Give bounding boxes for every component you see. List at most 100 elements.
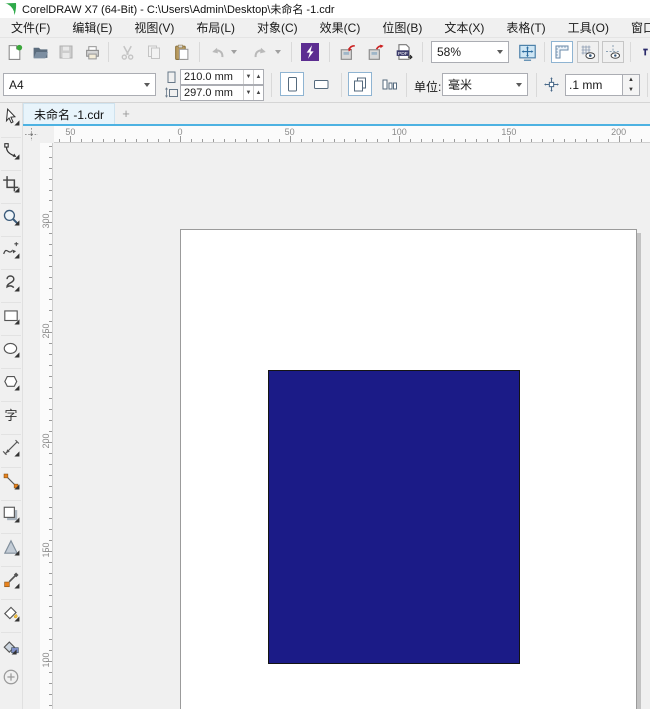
show-grid-toggle[interactable] — [577, 41, 599, 63]
print-button[interactable] — [82, 42, 102, 62]
smart-fill-tool[interactable] — [1, 599, 21, 626]
ruler-tick — [344, 139, 345, 142]
show-rulers-toggle[interactable] — [551, 41, 573, 63]
ruler-tick — [564, 139, 565, 142]
crop-tool[interactable] — [1, 170, 21, 197]
vertical-ruler[interactable]: 300250200150100 — [40, 143, 53, 709]
menu-bar: 文件(F) 编辑(E) 视图(V) 布局(L) 对象(C) 效果(C) 位图(B… — [0, 18, 650, 38]
page-height-spinner[interactable]: ▼▲ — [243, 86, 263, 100]
shape-tool[interactable] — [1, 137, 21, 164]
ruler-label: 50 — [285, 127, 295, 137]
ellipse-tool[interactable] — [1, 335, 21, 362]
drop-shadow-tool-icon — [2, 505, 20, 523]
menu-item-bitmaps[interactable]: 位图(B) — [371, 19, 433, 36]
ruler-tick — [410, 139, 411, 142]
ruler-tick — [268, 139, 269, 142]
parallel-dimension-tool[interactable] — [1, 434, 21, 461]
redo-button[interactable] — [251, 42, 271, 62]
ruler-tick — [49, 398, 52, 399]
new-tab-button[interactable]: + — [115, 103, 137, 124]
export-button[interactable] — [366, 42, 386, 62]
clipped-toolbar-button[interactable] — [641, 42, 650, 62]
polygon-tool[interactable] — [1, 368, 21, 395]
ruler-tick — [465, 139, 466, 142]
drawn-rectangle[interactable] — [268, 370, 520, 664]
connector-tool[interactable] — [1, 467, 21, 494]
menu-item-edit[interactable]: 编辑(E) — [61, 19, 123, 36]
publish-to-pdf-button[interactable]: PDF — [394, 42, 414, 62]
ruler-tick — [49, 628, 52, 629]
propbar-separator — [647, 73, 648, 97]
transparency-tool-icon — [2, 538, 20, 556]
cut-scissors-icon — [119, 44, 136, 61]
ruler-tick — [49, 595, 52, 596]
zoom-to-page-button[interactable] — [517, 42, 537, 62]
new-document-button[interactable] — [4, 42, 24, 62]
ruler-tick — [520, 139, 521, 142]
chevron-down-icon — [516, 83, 522, 87]
ruler-label: 0 — [177, 127, 182, 137]
document-tab[interactable]: 未命名 -1.cdr — [23, 103, 115, 124]
portrait-orientation-button[interactable] — [280, 72, 304, 96]
page-height-field[interactable]: 297.0 mm ▼▲ — [180, 85, 264, 101]
show-guidelines-toggle[interactable] — [602, 41, 624, 63]
nudge-distance-icon — [543, 76, 560, 93]
undo-button[interactable] — [207, 42, 227, 62]
page-size-preset-combobox[interactable]: A4 — [3, 73, 156, 96]
drawing-canvas[interactable] — [53, 143, 650, 709]
menu-item-table[interactable]: 表格(T) — [495, 19, 556, 36]
ruler-tick — [49, 299, 52, 300]
current-page-settings-button[interactable] — [377, 72, 401, 96]
menu-item-layout[interactable]: 布局(L) — [185, 19, 246, 36]
page-width-spinner[interactable]: ▼▲ — [243, 70, 263, 84]
ruler-tick — [49, 200, 52, 201]
menu-item-tools[interactable]: 工具(O) — [557, 19, 620, 36]
menu-item-view[interactable]: 视图(V) — [123, 19, 185, 36]
all-pages-settings-button[interactable] — [348, 72, 372, 96]
import-button[interactable] — [338, 42, 358, 62]
page-size-preset-value: A4 — [9, 78, 24, 92]
zoom-tool[interactable] — [1, 203, 21, 230]
zoom-level-combobox[interactable]: 58% — [431, 41, 509, 63]
nudge-distance-spinner[interactable]: ▲▼ — [622, 74, 640, 96]
ruler-origin-icon[interactable] — [25, 128, 38, 141]
ruler-tick — [49, 639, 52, 640]
ruler-tick — [49, 376, 52, 377]
menu-item-effects[interactable]: 效果(C) — [309, 19, 372, 36]
menu-item-file[interactable]: 文件(F) — [0, 19, 61, 36]
freehand-tool[interactable] — [1, 236, 21, 263]
quick-customize-button[interactable] — [1, 664, 21, 690]
application-launcher-button[interactable] — [300, 42, 320, 62]
drop-shadow-tool[interactable] — [1, 500, 21, 527]
artistic-media-tool[interactable] — [1, 269, 21, 296]
transparency-tool[interactable] — [1, 533, 21, 560]
pick-tool[interactable] — [1, 104, 21, 130]
ruler-tick — [49, 694, 52, 695]
redo-dropdown-arrow[interactable] — [272, 42, 283, 62]
paste-button[interactable] — [171, 42, 191, 62]
copy-button[interactable] — [144, 42, 164, 62]
ruler-tick — [542, 139, 543, 142]
menu-item-text[interactable]: 文本(X) — [433, 19, 495, 36]
toolbar-separator — [544, 42, 545, 62]
open-button[interactable] — [30, 42, 50, 62]
page-width-field[interactable]: 210.0 mm ▼▲ — [180, 69, 264, 85]
units-combobox[interactable]: 毫米 — [442, 73, 528, 96]
color-eyedropper-tool[interactable] — [1, 566, 21, 593]
rectangle-tool[interactable] — [1, 302, 21, 329]
cut-button[interactable] — [117, 42, 137, 62]
save-button[interactable] — [56, 42, 76, 62]
pdf-icon-label: PDF — [398, 51, 408, 57]
menu-item-object[interactable]: 对象(C) — [246, 19, 309, 36]
ruler-tick — [49, 157, 52, 158]
undo-dropdown-arrow[interactable] — [228, 42, 239, 62]
ruler-tick — [586, 139, 587, 142]
text-tool[interactable]: 字 — [1, 401, 21, 428]
interactive-fill-tool[interactable] — [1, 632, 21, 659]
menu-item-window[interactable]: 窗口(W) — [620, 19, 650, 36]
chevron-down-icon — [231, 50, 237, 54]
ruler-tick — [213, 139, 214, 142]
nudge-distance-field[interactable]: .1 mm — [565, 74, 623, 96]
landscape-orientation-button[interactable] — [309, 72, 333, 96]
horizontal-ruler[interactable]: 50050100150200 — [54, 126, 650, 143]
